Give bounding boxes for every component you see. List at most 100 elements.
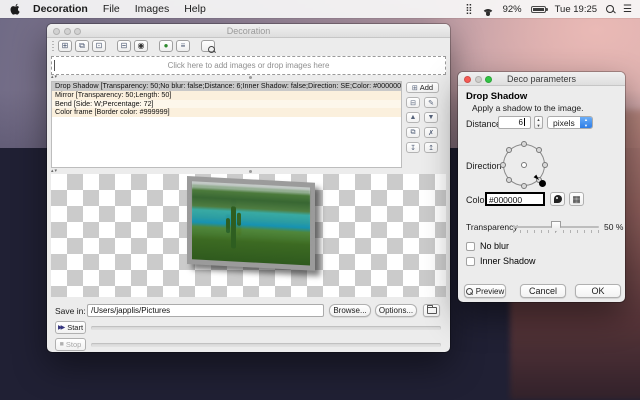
- stop-button[interactable]: ■ Stop: [55, 338, 86, 351]
- move-effect-down-button[interactable]: ▼: [424, 112, 438, 123]
- zoom-button[interactable]: [485, 75, 492, 83]
- dial-knob-w[interactable]: [500, 162, 506, 168]
- minimize-button[interactable]: [474, 75, 482, 83]
- move-effect-up-button[interactable]: ▲: [406, 112, 420, 123]
- menu-extra-app-icon[interactable]: ⣿: [465, 4, 472, 15]
- effect-row-color-frame[interactable]: Color frame [Border color: #999999]: [52, 108, 401, 118]
- direction-label: Direction: [466, 161, 502, 171]
- window-titlebar[interactable]: Decoration: [47, 24, 450, 38]
- cancel-button[interactable]: Cancel: [520, 284, 566, 298]
- inner-shadow-checkbox[interactable]: [466, 256, 475, 266]
- transparency-slider[interactable]: [513, 220, 599, 234]
- toolbar-drag-handle[interactable]: [52, 40, 54, 52]
- paste-image-button[interactable]: ⧉: [75, 40, 89, 52]
- color-palette-button[interactable]: [550, 192, 565, 206]
- wifi-icon[interactable]: [481, 5, 494, 16]
- edit-effect-icon: ✎: [428, 99, 434, 107]
- rotate-image-button[interactable]: ◉: [134, 40, 148, 52]
- options-button[interactable]: Options...: [375, 304, 417, 317]
- start-row: ▶▶ Start: [47, 321, 450, 334]
- image-drop-area[interactable]: Click here to add images or drop images …: [51, 56, 446, 75]
- rotate-image-icon: ◉: [137, 41, 145, 50]
- import-effects-icon: ↧: [410, 144, 416, 152]
- open-folder-button[interactable]: [423, 304, 440, 317]
- preview-toolbar-button[interactable]: [201, 40, 215, 52]
- dialog-titlebar[interactable]: Deco parameters: [458, 72, 625, 86]
- remove-effect-button[interactable]: ⊟: [406, 97, 420, 108]
- color-input[interactable]: #000000: [485, 192, 545, 206]
- dial-knob-n[interactable]: [521, 141, 527, 147]
- save-path-input[interactable]: /Users/japplis/Pictures: [87, 304, 324, 317]
- move-up-icon: ▲: [409, 114, 417, 121]
- no-blur-checkbox[interactable]: [466, 241, 475, 251]
- minimize-button[interactable]: [63, 27, 71, 35]
- add-image-button[interactable]: ⊞: [58, 40, 72, 52]
- dial-knob-s[interactable]: [521, 183, 527, 189]
- splitter-collapse-icons[interactable]: ▴▾: [51, 74, 58, 80]
- desktop: Decoration File Images Help ⣿ 92% Tue 19…: [0, 0, 640, 400]
- battery-percent: 92%: [502, 3, 522, 15]
- dial-knob-e[interactable]: [542, 162, 548, 168]
- copy-effect-button[interactable]: ⧉: [406, 127, 420, 138]
- text-cursor: [54, 60, 55, 71]
- dial-knob-ne[interactable]: [535, 147, 542, 154]
- notification-center-icon[interactable]: ☰: [623, 4, 632, 15]
- effects-list: Drop Shadow [Transparency: 50;No blur: f…: [51, 81, 402, 168]
- menu-app-name[interactable]: Decoration: [33, 3, 88, 15]
- battery-icon[interactable]: [530, 5, 548, 13]
- menu-file[interactable]: File: [103, 3, 120, 15]
- dial-knob-nw[interactable]: [506, 147, 513, 154]
- distance-input[interactable]: 6: [498, 116, 531, 129]
- dialog-title: Deco parameters: [506, 73, 577, 84]
- effect-heading: Drop Shadow: [466, 91, 528, 102]
- effect-row-drop-shadow[interactable]: Drop Shadow [Transparency: 50;No blur: f…: [52, 82, 401, 91]
- stop-progress-bar: [91, 342, 441, 347]
- add-folder-icon: ⊡: [95, 41, 103, 50]
- transparency-value: 50 %: [604, 222, 624, 232]
- splitter-top[interactable]: ▴▾: [47, 74, 450, 80]
- start-button[interactable]: ▶▶ Start: [55, 321, 86, 334]
- zoom-button[interactable]: [74, 27, 81, 35]
- spotlight-icon[interactable]: [606, 5, 615, 13]
- palette-icon: [553, 195, 562, 203]
- menu-images[interactable]: Images: [135, 3, 169, 15]
- deco-parameters-dialog: Deco parameters Drop Shadow Apply a shad…: [458, 72, 625, 302]
- browse-button[interactable]: Browse...: [329, 304, 371, 317]
- dial-knob-center[interactable]: [521, 162, 527, 168]
- color-swatches-button[interactable]: ▦: [569, 192, 584, 206]
- effect-row-mirror[interactable]: Mirror [Transparency: 50;Length: 50]: [52, 90, 401, 100]
- unit-dropdown[interactable]: pixels ▲ ▼: [547, 116, 593, 129]
- close-button[interactable]: [464, 75, 471, 83]
- effect-row-bend[interactable]: Bend [Side: W;Percentage: 72]: [52, 99, 401, 109]
- menu-clock[interactable]: Tue 19:25: [555, 4, 597, 15]
- add-effect-button[interactable]: ⊞ Add: [406, 82, 439, 93]
- move-down-icon: ▼: [427, 114, 435, 121]
- direction-dial[interactable]: [500, 141, 548, 189]
- no-blur-row[interactable]: No blur: [466, 241, 509, 251]
- add-image-icon: ⊞: [61, 41, 69, 50]
- ok-button[interactable]: OK: [575, 284, 621, 298]
- photo-mirror-reflection: [187, 179, 315, 274]
- apple-menu-icon[interactable]: [10, 3, 21, 16]
- image-list-button[interactable]: ≡: [176, 40, 190, 52]
- window-title: Decoration: [226, 25, 271, 36]
- close-button[interactable]: [53, 27, 60, 35]
- add-effect-icon: ⊞: [411, 84, 418, 92]
- export-effects-button[interactable]: ↥: [424, 142, 438, 153]
- image-preview-area[interactable]: [51, 174, 446, 297]
- remove-image-button[interactable]: ⊟: [117, 40, 131, 52]
- menu-help[interactable]: Help: [184, 3, 206, 15]
- add-folder-button[interactable]: ⊡: [92, 40, 106, 52]
- distance-stepper[interactable]: ▲ ▼: [534, 116, 543, 129]
- menu-bar: Decoration File Images Help ⣿ 92% Tue 19…: [0, 0, 640, 18]
- edit-effect-button[interactable]: ✎: [424, 97, 438, 108]
- inner-shadow-row[interactable]: Inner Shadow: [466, 256, 536, 266]
- delete-effect-button[interactable]: ✗: [424, 127, 438, 138]
- splitter-handle[interactable]: [248, 170, 252, 173]
- import-effects-button[interactable]: ↧: [406, 142, 420, 153]
- preview-button[interactable]: Preview: [464, 284, 506, 298]
- splitter-handle[interactable]: [248, 76, 252, 79]
- web-image-button[interactable]: ●: [159, 40, 173, 52]
- add-effect-label: Add: [419, 83, 434, 92]
- dial-knob-sw[interactable]: [506, 176, 513, 183]
